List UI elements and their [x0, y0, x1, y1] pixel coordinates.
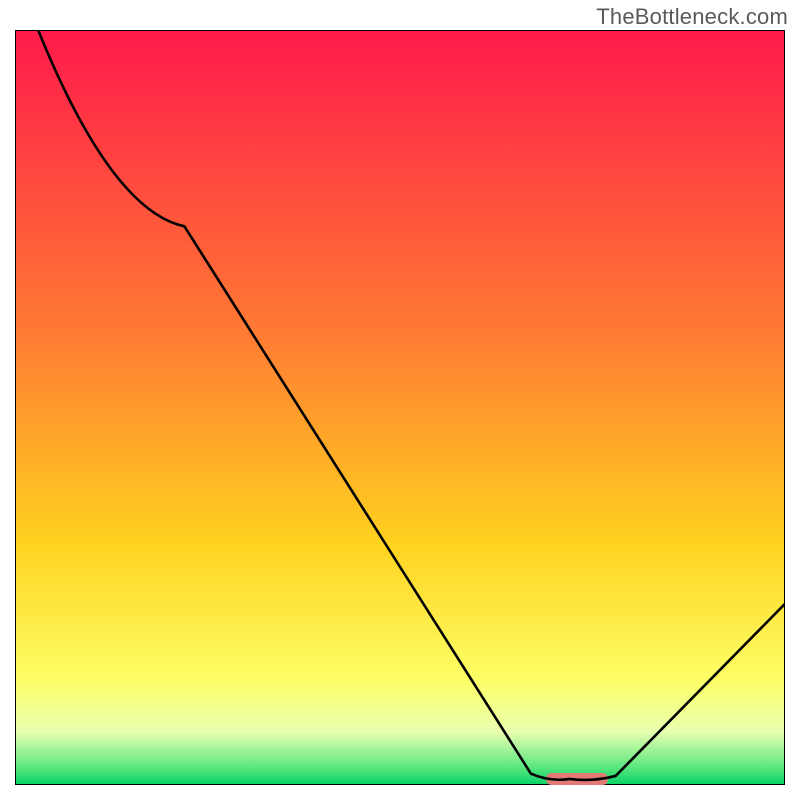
gradient-background: [15, 30, 785, 785]
bottleneck-chart: [15, 30, 785, 785]
chart-svg: [15, 30, 785, 785]
watermark-label: TheBottleneck.com: [596, 4, 788, 30]
chart-container: TheBottleneck.com: [0, 0, 800, 800]
